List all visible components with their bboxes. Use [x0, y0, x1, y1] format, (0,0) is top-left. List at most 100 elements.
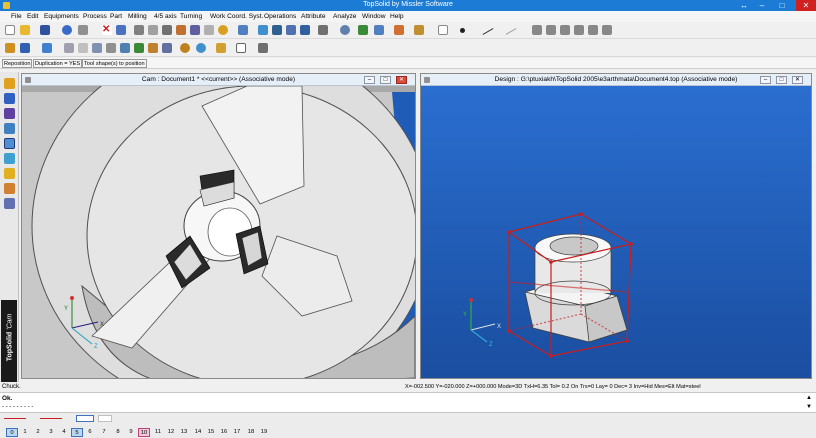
layer-button-2[interactable]: 2 [32, 428, 44, 437]
point-style-icon[interactable] [460, 28, 465, 33]
view-icon[interactable] [374, 25, 384, 35]
layer-button-11[interactable]: 11 [152, 428, 164, 437]
layer-button-12[interactable]: 12 [165, 428, 177, 437]
info-icon[interactable] [62, 25, 72, 35]
cam-tool-icon-5[interactable] [78, 43, 88, 53]
design-window-close-button[interactable]: ✕ [792, 76, 803, 84]
undo-icon[interactable] [116, 25, 126, 35]
close-button[interactable]: ✕ [796, 0, 816, 11]
menu-milling[interactable]: Milling [128, 13, 147, 20]
print-icon[interactable] [78, 25, 88, 35]
cam-window-minimize-button[interactable]: – [364, 76, 375, 84]
cam-tool-icon-4[interactable] [64, 43, 74, 53]
tool-icon-1[interactable] [134, 25, 144, 35]
line-style-preview-2[interactable] [40, 418, 62, 419]
tool-icon-10[interactable] [272, 25, 282, 35]
design-window-maximize-button[interactable]: □ [776, 76, 787, 84]
surface-icon[interactable] [4, 153, 15, 164]
part-icon[interactable] [4, 108, 15, 119]
design-window-titlebar[interactable]: Design : G:\ptuxiakh\TopSolid 2005\e3art… [421, 74, 811, 86]
layer-button-15[interactable]: 15 [205, 428, 217, 437]
layer-button-4[interactable]: 4 [58, 428, 70, 437]
message-scroll-down-icon[interactable]: ▼ [806, 404, 812, 410]
menu-work-coord-syst[interactable]: Work Coord. Syst. [210, 13, 263, 20]
menu-help[interactable]: Help [390, 13, 404, 20]
tool-shape-option[interactable]: Tool shape(s) to position [82, 59, 147, 68]
tool-icon-5[interactable] [190, 25, 200, 35]
sheet-metal-icon[interactable] [4, 183, 15, 194]
cam-tool-icon-10[interactable] [148, 43, 158, 53]
layer-tool-icon-5[interactable] [588, 25, 598, 35]
layer-tool-icon-1[interactable] [532, 25, 542, 35]
menu-operations[interactable]: Operations [264, 13, 296, 20]
render-icon[interactable] [394, 25, 404, 35]
layer-button-3[interactable]: 3 [45, 428, 57, 437]
duplication-option[interactable]: Duplication = YES [33, 59, 83, 68]
layer-tool-icon-2[interactable] [546, 25, 556, 35]
menu-process[interactable]: Process [83, 13, 107, 20]
layer-button-17[interactable]: 17 [231, 428, 243, 437]
menu-window[interactable]: Window [362, 13, 385, 20]
display-icon[interactable] [414, 25, 424, 35]
menu-file[interactable]: File [11, 13, 22, 20]
cam-tool-icon-11[interactable] [162, 43, 172, 53]
cam-tool-icon-8[interactable] [120, 43, 130, 53]
new-document-icon[interactable] [5, 25, 15, 35]
tool-icon-11[interactable] [286, 25, 296, 35]
layer-button-0[interactable]: 0 [6, 428, 18, 437]
layer-tool-icon-4[interactable] [574, 25, 584, 35]
design-window[interactable]: Design : G:\ptuxiakh\TopSolid 2005\e3art… [420, 73, 812, 379]
layer-tool-icon-3[interactable] [560, 25, 570, 35]
design-window-minimize-button[interactable]: – [760, 76, 771, 84]
message-scroll-up-icon[interactable]: ▲ [806, 395, 812, 401]
tool-icon-12[interactable] [300, 25, 310, 35]
cam-window-maximize-button[interactable]: □ [380, 76, 391, 84]
cam-window-close-button[interactable]: ✕ [396, 76, 407, 84]
tool-icon-4[interactable] [176, 25, 186, 35]
layer-button-18[interactable]: 18 [245, 428, 257, 437]
pencil-icon[interactable] [4, 78, 15, 89]
reposition-option[interactable]: Reposition [2, 59, 33, 68]
line-style-icon[interactable] [482, 28, 494, 35]
tool-icon-7[interactable] [218, 25, 228, 35]
menu-attribute[interactable]: Attribute [301, 13, 326, 20]
cam-tool-icon-14[interactable] [216, 43, 226, 53]
menu-4-5-axis[interactable]: 4/5 axis [154, 13, 177, 20]
menu-analyze[interactable]: Analyze [333, 13, 356, 20]
cam-tool-icon-15[interactable] [236, 43, 246, 53]
color-preview[interactable] [76, 415, 94, 422]
layer-button-14[interactable]: 14 [192, 428, 204, 437]
layer-tool-icon-6[interactable] [602, 25, 612, 35]
zoom-icon[interactable] [340, 25, 350, 35]
layer-button-13[interactable]: 13 [178, 428, 190, 437]
cam-tool-icon-7[interactable] [106, 43, 116, 53]
cam-tool-icon-3[interactable] [42, 43, 52, 53]
fit-view-icon[interactable] [358, 25, 368, 35]
assembly-icon[interactable] [4, 123, 15, 134]
tool-icon-3[interactable] [162, 25, 172, 35]
minimize-button[interactable]: – [754, 0, 770, 11]
draft-icon[interactable] [4, 168, 15, 179]
layer-button-6[interactable]: 6 [84, 428, 96, 437]
mold-icon[interactable] [4, 198, 15, 209]
menu-turning[interactable]: Turning [180, 13, 202, 20]
cam-tool-icon-16[interactable] [258, 43, 268, 53]
layer-button-16[interactable]: 16 [218, 428, 230, 437]
layer-button-9[interactable]: 9 [125, 428, 137, 437]
menu-part[interactable]: Part [110, 13, 122, 20]
color-swatch-icon[interactable] [438, 25, 448, 35]
layer-button-1[interactable]: 1 [19, 428, 31, 437]
cam-tool-icon-6[interactable] [92, 43, 102, 53]
layer-button-8[interactable]: 8 [112, 428, 124, 437]
delete-icon[interactable]: ✕ [102, 25, 112, 35]
style-preview[interactable] [98, 415, 112, 422]
layer-button-19[interactable]: 19 [258, 428, 270, 437]
cam-tool-icon-12[interactable] [180, 43, 190, 53]
cam-window[interactable]: Cam : Document1 * <<current>> (Associati… [21, 73, 416, 379]
design-viewport[interactable]: X Y Z [421, 86, 811, 378]
tool-icon-13[interactable] [318, 25, 328, 35]
line-style-preview-1[interactable] [4, 418, 26, 419]
layer-button-5[interactable]: 5 [71, 428, 83, 437]
layer-button-7[interactable]: 7 [98, 428, 110, 437]
open-folder-icon[interactable] [20, 25, 30, 35]
